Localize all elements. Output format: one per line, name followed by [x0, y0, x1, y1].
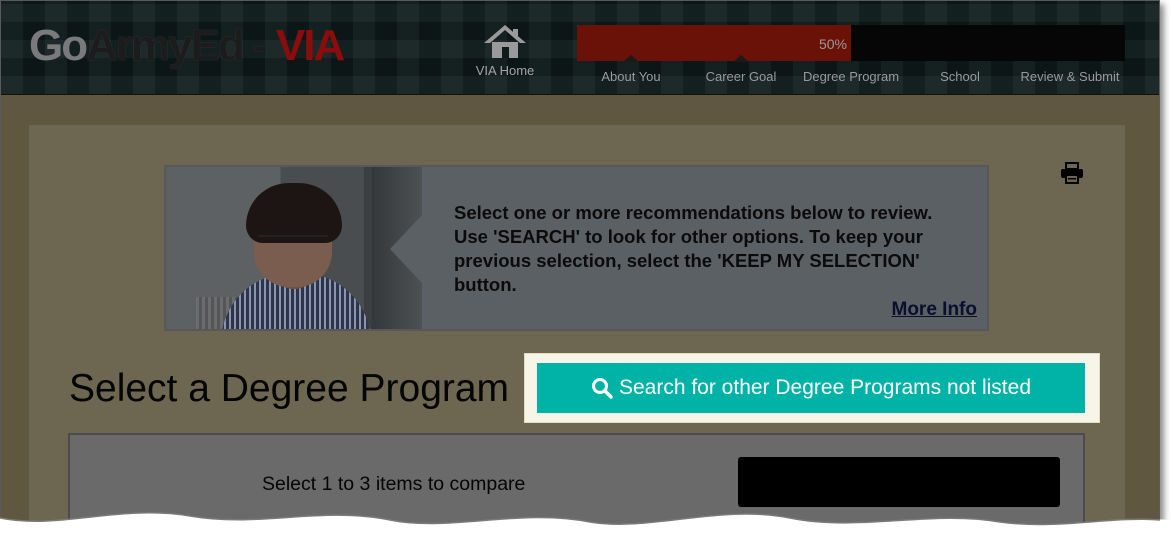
via-home-link[interactable]: VIA Home — [467, 23, 543, 78]
step-career-goal[interactable]: Career Goal — [706, 69, 777, 84]
step-about-you[interactable]: About You — [601, 69, 660, 84]
search-button-label: Search for other Degree Programs not lis… — [618, 376, 1032, 399]
progress-marker — [733, 55, 749, 62]
via-home-label: VIA Home — [475, 63, 535, 78]
progress-marker — [623, 55, 639, 62]
wizard-steps: About You Career Goal Degree Program Sch… — [577, 69, 1137, 89]
print-icon[interactable] — [1060, 162, 1084, 189]
instruction-text: Select one or more recommendations below… — [454, 202, 933, 295]
page-title: Select a Degree Program — [69, 367, 510, 410]
logo-armyed: ArmyEd — [86, 21, 245, 70]
screenshot-frame: GoArmyEd - VIA VIA Home 50% About You Ca… — [0, 0, 1160, 548]
main-content: Select one or more recommendations below… — [29, 125, 1125, 547]
step-school[interactable]: School — [940, 69, 980, 84]
advisor-photo — [166, 167, 420, 329]
search-other-programs-button[interactable]: Search for other Degree Programs not lis… — [537, 363, 1085, 413]
info-callout: Select one or more recommendations below… — [164, 165, 989, 331]
logo-separator: - — [242, 21, 276, 70]
more-info-link[interactable]: More Info — [892, 299, 978, 321]
goarmyed-via-logo[interactable]: GoArmyEd - VIA — [29, 21, 345, 71]
progress-bar: 50% — [577, 25, 1125, 62]
speech-bubble-arrow — [390, 215, 422, 283]
site-header: GoArmyEd - VIA VIA Home 50% About You Ca… — [1, 1, 1159, 95]
logo-via: VIA — [275, 21, 345, 70]
logo-go: Go — [29, 21, 88, 70]
torn-edge — [0, 512, 1171, 558]
search-button-highlight: Search for other Degree Programs not lis… — [524, 353, 1100, 423]
step-review-submit[interactable]: Review & Submit — [1021, 69, 1120, 84]
progress-percent: 50% — [818, 36, 847, 52]
home-icon — [484, 25, 526, 58]
compare-instruction: Select 1 to 3 items to compare — [262, 473, 526, 495]
speech-bubble: Select one or more recommendations below… — [422, 167, 987, 329]
search-icon — [591, 378, 613, 399]
step-degree-program[interactable]: Degree Program — [803, 69, 899, 84]
